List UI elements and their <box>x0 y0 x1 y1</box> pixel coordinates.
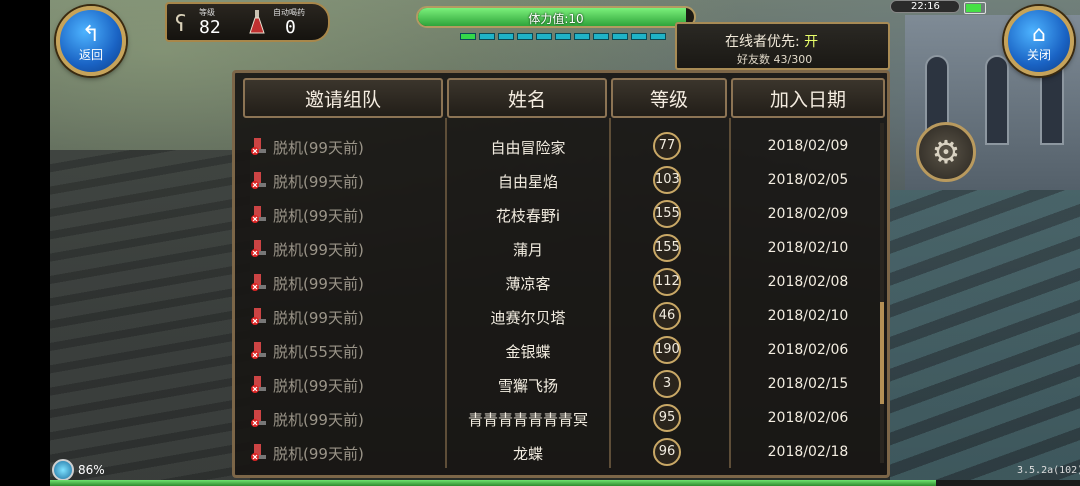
experience-bar-fill <box>50 480 936 486</box>
scrollbar-thumb[interactable] <box>880 301 884 404</box>
row-level-badge: 3 <box>653 370 681 398</box>
row-join-date: 2018/02/09 <box>767 206 849 222</box>
row-name[interactable]: 雪獬飞扬 <box>448 375 608 396</box>
floor-scenery <box>890 190 1080 486</box>
row-level-badge: 77 <box>653 132 681 160</box>
row-join-date: 2018/02/06 <box>767 410 849 426</box>
battery-fill <box>966 4 982 12</box>
row-join-date: 2018/02/05 <box>767 172 849 188</box>
row-status: 脱机(99天前) <box>273 207 364 225</box>
stairs-scenery <box>50 150 250 486</box>
row-level-badge: 190 <box>653 336 681 364</box>
row-name[interactable]: 花枝春野i <box>448 205 608 226</box>
online-priority-value: 开 <box>804 34 819 50</box>
row-join-date: 2018/02/10 <box>767 240 849 256</box>
settings-button[interactable]: ⚙ <box>916 122 976 182</box>
table-row[interactable]: 脱机(99天前) 青青青青青青青冥 95 2018/02/06 <box>243 401 879 435</box>
table-row[interactable]: 脱机(99天前) 自由星焰 103 2018/02/05 <box>243 163 879 197</box>
table-row[interactable]: 脱机(99天前) 自由冒险家 77 2018/02/09 <box>243 129 879 163</box>
level-swirl-icon: ʕ <box>175 12 187 37</box>
offline-status-icon <box>251 444 266 461</box>
table-row[interactable]: 脱机(99天前) 迪赛尔贝塔 46 2018/02/10 <box>243 299 879 333</box>
row-name[interactable]: 薄凉客 <box>448 273 608 294</box>
offline-status-icon <box>251 376 266 393</box>
header-invite[interactable]: 邀请组队 <box>243 78 443 118</box>
header-level[interactable]: 等级 <box>611 78 727 118</box>
friend-list[interactable]: 脱机(99天前) 自由冒险家 77 2018/02/09 脱机(99天前) 自由星焰 103… <box>243 129 879 469</box>
experience-bar <box>50 480 1080 486</box>
row-name[interactable]: 青青青青青青青冥 <box>448 409 608 430</box>
row-level-badge: 155 <box>653 200 681 228</box>
header-join-date[interactable]: 加入日期 <box>731 78 885 118</box>
table-row[interactable]: 脱机(99天前) 龙蝶 96 2018/02/18 <box>243 435 879 469</box>
gear-icon: ⚙ <box>931 133 961 171</box>
row-status: 脱机(99天前) <box>273 173 364 191</box>
row-level-badge: 112 <box>653 268 681 296</box>
row-level-badge: 155 <box>653 234 681 262</box>
row-name[interactable]: 金银蝶 <box>448 341 608 362</box>
row-join-date: 2018/02/09 <box>767 138 849 154</box>
clock: 22:16 <box>890 0 960 13</box>
back-button[interactable]: ↰ 返回 <box>56 6 126 76</box>
row-level-badge: 103 <box>653 166 681 194</box>
online-priority-toggle[interactable]: 在线者优先: 开 好友数 43/300 <box>675 22 890 70</box>
row-status: 脱机(99天前) <box>273 275 364 293</box>
row-join-date: 2018/02/18 <box>767 444 849 460</box>
row-name[interactable]: 自由冒险家 <box>448 137 608 158</box>
header-name[interactable]: 姓名 <box>447 78 607 118</box>
online-priority-label: 在线者优先: <box>725 34 800 50</box>
row-level-badge: 46 <box>653 302 681 330</box>
offline-status-icon <box>251 138 266 155</box>
version-label: 3.5.2a(102) <box>1017 465 1080 476</box>
offline-status-icon <box>251 274 266 291</box>
row-join-date: 2018/02/15 <box>767 376 849 392</box>
row-status: 脱机(99天前) <box>273 241 364 259</box>
close-button[interactable]: ⌂ 关闭 <box>1004 6 1074 76</box>
row-join-date: 2018/02/06 <box>767 342 849 358</box>
row-status: 脱机(55天前) <box>273 343 364 361</box>
auto-potion-value: 0 <box>285 17 296 38</box>
table-row[interactable]: 脱机(99天前) 雪獬飞扬 3 2018/02/15 <box>243 367 879 401</box>
friend-count: 好友数 43/300 <box>737 53 813 66</box>
potion-flask-icon <box>249 10 265 34</box>
friend-list-panel: 邀请组队 姓名 等级 加入日期 脱机(99天前) 自由冒险家 77 2018/02/0… <box>232 70 890 478</box>
row-join-date: 2018/02/10 <box>767 308 849 324</box>
signal-strength: 86% <box>78 463 105 477</box>
signal-icon <box>52 459 74 481</box>
table-row[interactable]: 脱机(99天前) 薄凉客 112 2018/02/08 <box>243 265 879 299</box>
back-arrow-icon: ↰ <box>81 22 101 47</box>
row-status: 脱机(99天前) <box>273 309 364 327</box>
stamina-label: 体力值:10 <box>528 12 584 26</box>
scrollbar[interactable] <box>880 123 884 463</box>
stamina-bar: 体力值:10 <box>416 6 696 28</box>
row-name[interactable]: 迪赛尔贝塔 <box>448 307 608 328</box>
row-status: 脱机(99天前) <box>273 411 364 429</box>
row-join-date: 2018/02/08 <box>767 274 849 290</box>
home-icon: ⌂ <box>1032 22 1046 47</box>
player-status-box: ʕ 等级 82 自动喝药 0 <box>165 2 330 42</box>
table-row[interactable]: 脱机(99天前) 蒲月 155 2018/02/10 <box>243 231 879 265</box>
offline-status-icon <box>251 342 266 359</box>
table-row[interactable]: 脱机(55天前) 金银蝶 190 2018/02/06 <box>243 333 879 367</box>
offline-status-icon <box>251 410 266 427</box>
battery-icon <box>964 2 986 14</box>
offline-status-icon <box>251 172 266 189</box>
table-header: 邀请组队 姓名 等级 加入日期 <box>243 78 885 118</box>
row-status: 脱机(99天前) <box>273 377 364 395</box>
row-level-badge: 96 <box>653 438 681 466</box>
offline-status-icon <box>251 240 266 257</box>
row-name[interactable]: 自由星焰 <box>448 171 608 192</box>
stamina-segments <box>460 33 666 40</box>
row-name[interactable]: 蒲月 <box>448 239 608 260</box>
offline-status-icon <box>251 308 266 325</box>
table-row[interactable]: 脱机(99天前) 花枝春野i 155 2018/02/09 <box>243 197 879 231</box>
screen-edge <box>0 0 50 486</box>
row-status: 脱机(99天前) <box>273 139 364 157</box>
offline-status-icon <box>251 206 266 223</box>
row-status: 脱机(99天前) <box>273 445 364 463</box>
row-name[interactable]: 龙蝶 <box>448 443 608 464</box>
row-level-badge: 95 <box>653 404 681 432</box>
level-value: 82 <box>199 17 221 38</box>
